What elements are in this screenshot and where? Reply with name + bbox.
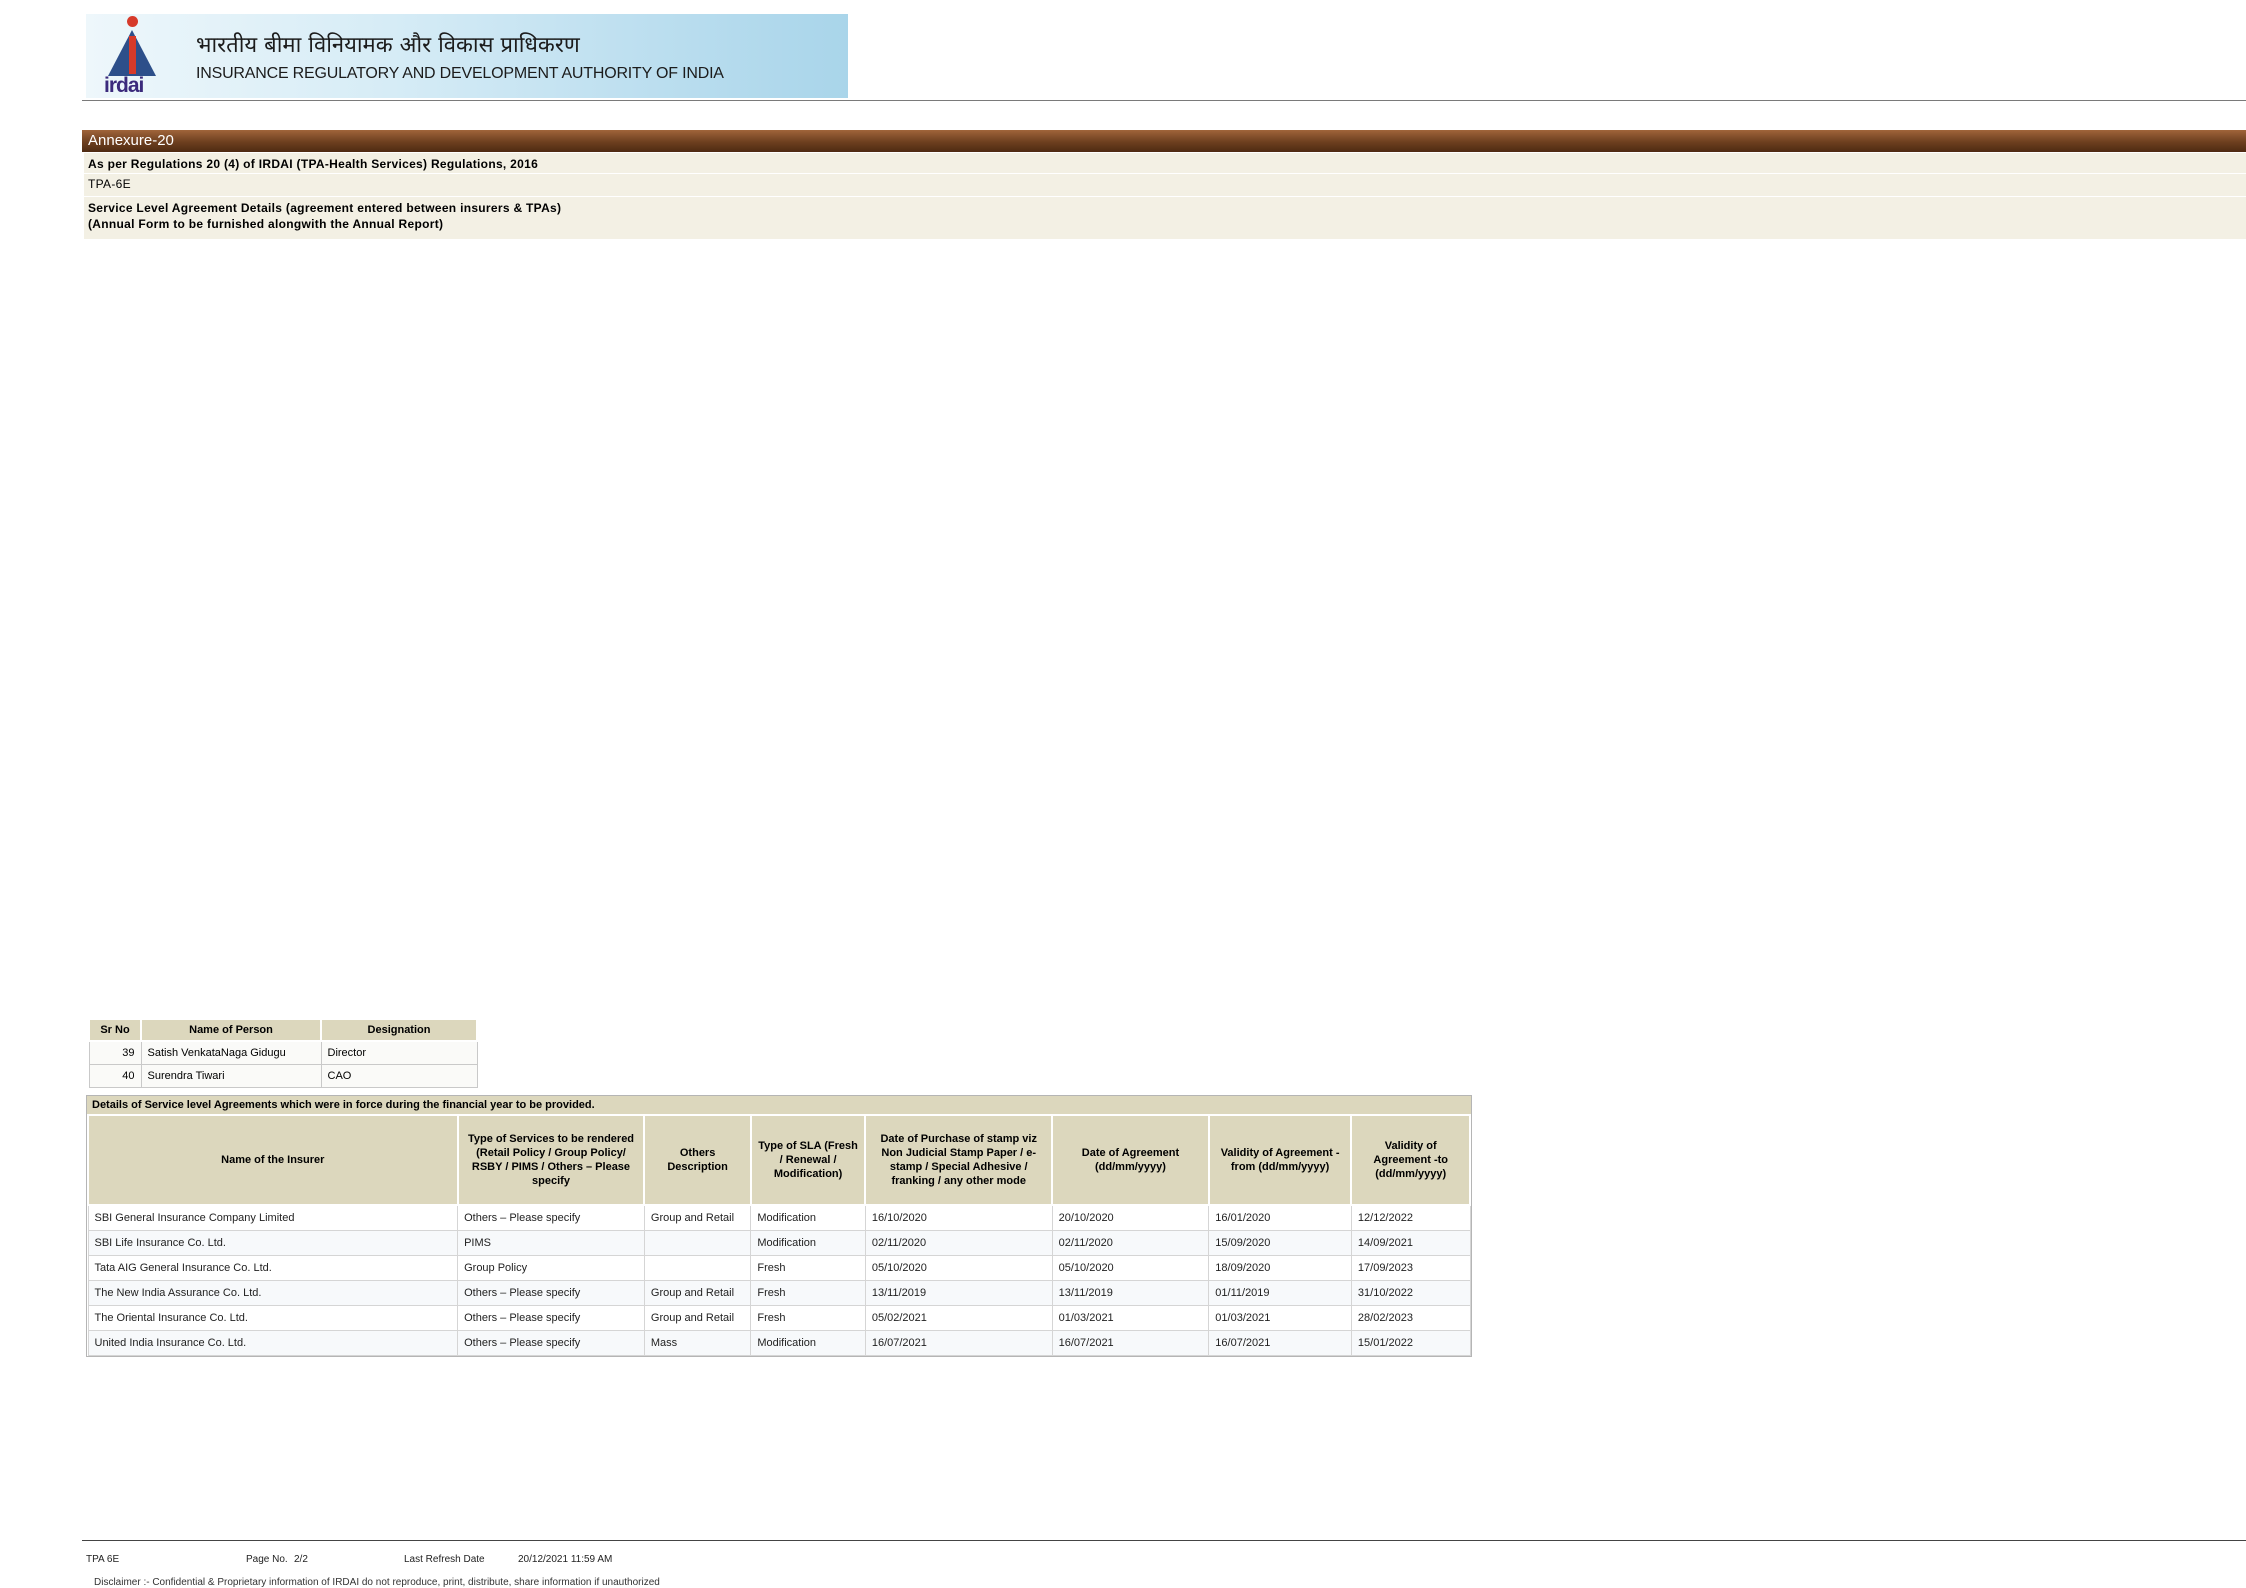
validity-to-cell: 17/09/2023 — [1350, 1255, 1471, 1281]
table-row: SBI Life Insurance Co. Ltd. PIMS Modificat… — [87, 1230, 1471, 1256]
others-description-cell: Mass — [643, 1330, 752, 1356]
validity-from-cell: 18/09/2020 — [1208, 1255, 1352, 1281]
service-type-cell: Others – Please specify — [457, 1305, 645, 1331]
col-header-service-type: Type of Services to be rendered (Retail … — [456, 1114, 646, 1206]
stamp-date-cell: 16/10/2020 — [864, 1204, 1053, 1231]
col-header-name: Name of Person — [140, 1018, 322, 1042]
col-header-agreement-date: Date of Agreement (dd/mm/yyyy) — [1051, 1114, 1210, 1206]
validity-from-cell: 16/01/2020 — [1208, 1204, 1352, 1231]
validity-from-cell: 15/09/2020 — [1208, 1230, 1352, 1256]
sr-no-cell: 39 — [88, 1040, 142, 1065]
insurer-name-cell: The Oriental Insurance Co. Ltd. — [87, 1305, 459, 1331]
sla-caption: Details of Service level Agreements whic… — [92, 1099, 595, 1111]
validity-to-cell: 28/02/2023 — [1350, 1305, 1471, 1331]
table-row: 40 Surendra Tiwari CAO — [88, 1064, 478, 1088]
table-row: Tata AIG General Insurance Co. Ltd. Group… — [87, 1255, 1471, 1281]
stamp-date-cell: 16/07/2021 — [864, 1330, 1053, 1356]
designation-cell: Director — [320, 1040, 478, 1065]
col-header-sr-no: Sr No — [88, 1018, 142, 1042]
info-block: As per Regulations 20 (4) of IRDAI (TPA-… — [84, 153, 2246, 239]
logo-text: irdai — [104, 74, 144, 97]
sla-type-cell: Modification — [750, 1230, 866, 1256]
agreement-date-cell: 20/10/2020 — [1051, 1204, 1210, 1231]
col-header-validity-to: Validity of Agreement -to (dd/mm/yyyy) — [1350, 1114, 1471, 1206]
designation-cell: CAO — [320, 1064, 478, 1088]
validity-to-cell: 12/12/2022 — [1350, 1204, 1471, 1231]
insurer-name-cell: Tata AIG General Insurance Co. Ltd. — [87, 1255, 459, 1281]
validity-from-cell: 01/03/2021 — [1208, 1305, 1352, 1331]
insurer-name-cell: The New India Assurance Co. Ltd. — [87, 1280, 459, 1306]
service-type-cell: Others – Please specify — [457, 1280, 645, 1306]
sla-section: Details of Service level Agreements whic… — [86, 1095, 1472, 1357]
person-table: Sr No Name of Person Designation 39 Sati… — [88, 1018, 478, 1088]
table-row: The Oriental Insurance Co. Ltd. Others – … — [87, 1305, 1471, 1331]
col-header-designation: Designation — [320, 1018, 478, 1042]
stamp-date-cell: 05/10/2020 — [864, 1255, 1053, 1281]
others-description-cell: Group and Retail — [643, 1204, 752, 1231]
validity-from-cell: 01/11/2019 — [1208, 1280, 1352, 1306]
service-type-cell: PIMS — [457, 1230, 645, 1256]
regulation-text: As per Regulations 20 (4) of IRDAI (TPA-… — [88, 157, 539, 171]
insurer-name-cell: SBI Life Insurance Co. Ltd. — [87, 1230, 459, 1256]
validity-to-cell: 15/01/2022 — [1350, 1330, 1471, 1356]
table-row: The New India Assurance Co. Ltd. Others –… — [87, 1280, 1471, 1306]
service-type-cell: Group Policy — [457, 1255, 645, 1281]
annual-note: (Annual Form to be furnished alongwith t… — [88, 217, 444, 231]
footer-page-value: 2/2 — [294, 1554, 308, 1565]
col-header-others-description: Others Description — [643, 1114, 752, 1206]
table-row: 39 Satish VenkataNaga Gidugu Director — [88, 1040, 478, 1065]
validity-to-cell: 14/09/2021 — [1350, 1230, 1471, 1256]
agreement-date-cell: 02/11/2020 — [1051, 1230, 1210, 1256]
others-description-cell: Group and Retail — [643, 1305, 752, 1331]
table-row: SBI General Insurance Company Limited Oth… — [87, 1204, 1471, 1231]
disclaimer-text: Disclaimer :- Confidential & Proprietary… — [94, 1577, 660, 1588]
agreement-date-cell: 05/10/2020 — [1051, 1255, 1210, 1281]
agreement-date-cell: 01/03/2021 — [1051, 1305, 1210, 1331]
irdai-logo: irdai — [98, 14, 168, 98]
col-header-stamp-date: Date of Purchase of stamp viz Non Judici… — [864, 1114, 1054, 1206]
col-header-validity-from: Validity of Agreement -from (dd/mm/yyyy) — [1207, 1114, 1353, 1206]
validity-to-cell: 31/10/2022 — [1350, 1280, 1471, 1306]
header-divider — [82, 100, 2246, 101]
footer-divider — [82, 1540, 2246, 1541]
col-header-sla-type: Type of SLA (Fresh / Renewal / Modificat… — [749, 1114, 867, 1206]
sla-type-cell: Modification — [750, 1330, 866, 1356]
form-code: TPA-6E — [88, 177, 131, 191]
footer-refresh-label: Last Refresh Date — [404, 1554, 485, 1565]
hindi-title: भारतीय बीमा विनियामक और विकास प्राधिकरण — [196, 33, 580, 58]
others-description-cell — [643, 1230, 752, 1256]
person-name-cell: Surendra Tiwari — [140, 1064, 322, 1088]
others-description-cell — [643, 1255, 752, 1281]
sla-type-cell: Fresh — [750, 1255, 866, 1281]
others-description-cell: Group and Retail — [643, 1280, 752, 1306]
header-banner: irdai भारतीय बीमा विनियामक और विकास प्रा… — [86, 14, 848, 98]
footer-refresh-value: 20/12/2021 11:59 AM — [518, 1554, 613, 1565]
footer-page-label: Page No. — [246, 1554, 288, 1565]
service-type-cell: Others – Please specify — [457, 1204, 645, 1231]
sla-type-cell: Fresh — [750, 1305, 866, 1331]
stamp-date-cell: 13/11/2019 — [864, 1280, 1053, 1306]
agreement-date-cell: 13/11/2019 — [1051, 1280, 1210, 1306]
person-name-cell: Satish VenkataNaga Gidugu — [140, 1040, 322, 1065]
footer-form-code: TPA 6E — [86, 1554, 120, 1565]
stamp-date-cell: 02/11/2020 — [864, 1230, 1053, 1256]
sla-type-cell: Fresh — [750, 1280, 866, 1306]
sla-type-cell: Modification — [750, 1204, 866, 1231]
english-title: INSURANCE REGULATORY AND DEVELOPMENT AUT… — [196, 65, 724, 82]
insurer-name-cell: United India Insurance Co. Ltd. — [87, 1330, 459, 1356]
stamp-date-cell: 05/02/2021 — [864, 1305, 1053, 1331]
sla-table: Name of the Insurer Type of Services to … — [87, 1114, 1471, 1356]
agreement-date-cell: 16/07/2021 — [1051, 1330, 1210, 1356]
table-row: United India Insurance Co. Ltd. Others – … — [87, 1330, 1471, 1356]
annexure-title: Annexure-20 — [82, 130, 2246, 152]
service-type-cell: Others – Please specify — [457, 1330, 645, 1356]
sr-no-cell: 40 — [88, 1064, 142, 1088]
col-header-insurer: Name of the Insurer — [87, 1114, 459, 1206]
validity-from-cell: 16/07/2021 — [1208, 1330, 1352, 1356]
insurer-name-cell: SBI General Insurance Company Limited — [87, 1204, 459, 1231]
sla-heading: Service Level Agreement Details (agreeme… — [88, 201, 562, 215]
